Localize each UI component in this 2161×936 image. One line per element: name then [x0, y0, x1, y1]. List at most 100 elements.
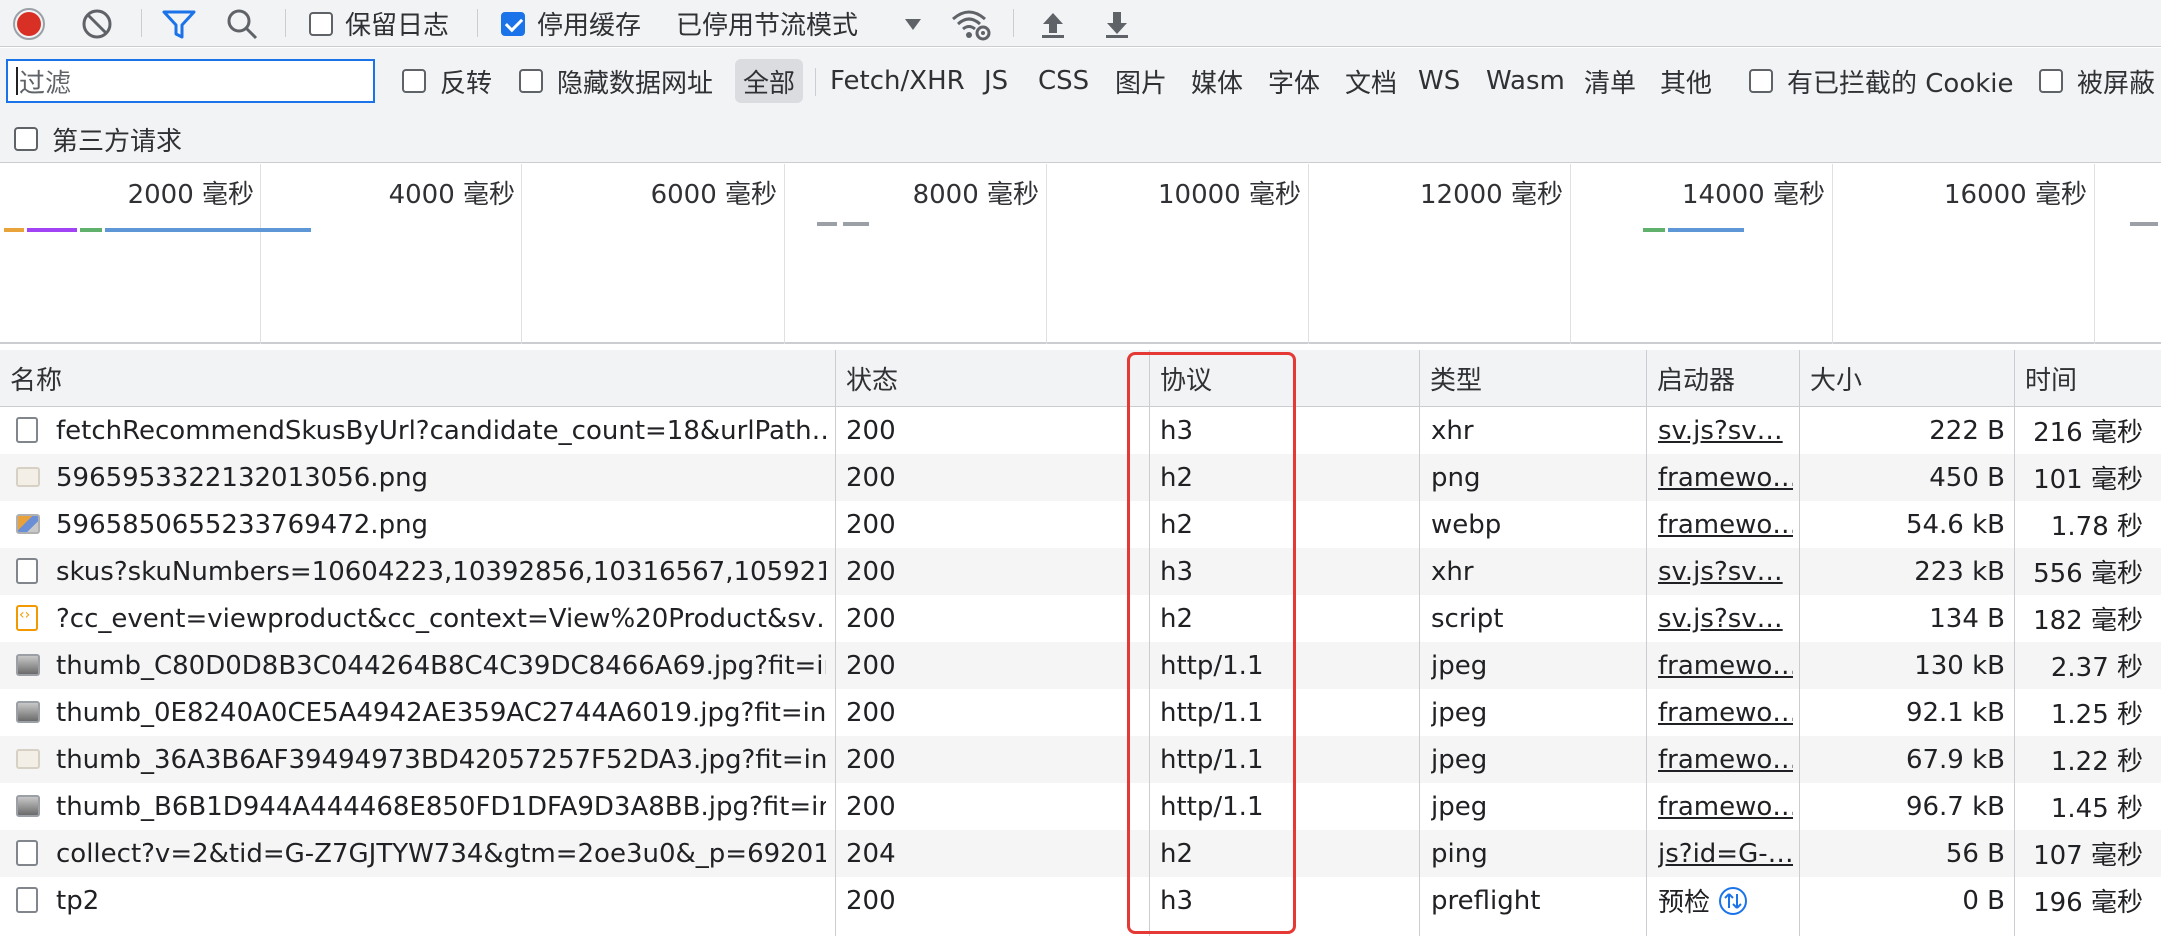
request-name[interactable]: thumb_B6B1D944A444468E850FD1DFA9D3A8BB.j… — [56, 783, 826, 830]
request-type: xhr — [1431, 556, 1474, 587]
column-divider[interactable] — [1646, 350, 1647, 936]
request-name[interactable]: tp2 — [56, 877, 826, 924]
invert-checkbox[interactable]: 反转 — [402, 59, 492, 103]
column-divider[interactable] — [1419, 350, 1420, 936]
disable-cache-box[interactable] — [501, 11, 525, 36]
request-name[interactable]: thumb_36A3B6AF39494973BD42057257F52DA3.j… — [56, 736, 826, 783]
request-size: 67.9 kB — [1905, 744, 2005, 775]
type-filter-manifest[interactable]: 清单 — [1584, 59, 1636, 103]
blocked-cookies-box[interactable] — [1749, 69, 1773, 93]
chevron-down-icon — [905, 18, 922, 30]
column-header-protocol[interactable]: 协议 — [1150, 350, 1212, 407]
request-initiator[interactable]: framewo… — [1658, 783, 1793, 830]
record-button[interactable] — [12, 0, 46, 47]
network-conditions-button[interactable] — [950, 0, 992, 47]
type-filter-font[interactable]: 字体 — [1268, 59, 1320, 103]
column-header-size[interactable]: 大小 — [1800, 350, 1862, 407]
image-icon — [16, 514, 40, 534]
request-initiator[interactable]: framewo… — [1658, 501, 1793, 548]
request-initiator[interactable]: js?id=G-… — [1658, 830, 1793, 877]
column-divider[interactable] — [1799, 350, 1800, 936]
document-icon — [16, 417, 38, 443]
preserve-log-checkbox[interactable]: 保留日志 — [309, 0, 449, 47]
type-filter-wasm[interactable]: Wasm — [1486, 59, 1565, 103]
filter-input-value: 过滤 — [19, 68, 72, 99]
table-row[interactable]: thumb_C80D0D8B3C044264B8C4C39DC8466A69.j… — [0, 642, 2161, 689]
wifi-settings-icon — [952, 10, 991, 40]
blocked-requests-box[interactable] — [2039, 69, 2063, 93]
type-filter-js[interactable]: JS — [984, 59, 1008, 103]
column-header-name[interactable]: 名称 — [0, 350, 62, 407]
column-header-time[interactable]: 时间 — [2015, 350, 2077, 407]
request-initiator[interactable]: sv.js?sv… — [1658, 548, 1793, 595]
request-status: 200 — [846, 509, 896, 540]
request-initiator[interactable]: framewo… — [1658, 736, 1793, 783]
request-initiator[interactable]: sv.js?sv… — [1658, 595, 1793, 642]
table-row[interactable]: thumb_0E8240A0CE5A4942AE359AC2744A6019.j… — [0, 689, 2161, 736]
request-initiator[interactable]: framewo… — [1658, 642, 1793, 689]
request-type: ping — [1431, 838, 1488, 869]
network-overview[interactable]: 2000 毫秒 4000 毫秒 6000 毫秒 8000 毫秒 10000 毫秒… — [0, 164, 2161, 344]
clear-button[interactable] — [80, 0, 114, 47]
preserve-log-box[interactable] — [309, 11, 333, 36]
request-size: 134 B — [1929, 603, 2005, 634]
request-name[interactable]: thumb_0E8240A0CE5A4942AE359AC2744A6019.j… — [56, 689, 826, 736]
request-initiator[interactable]: framewo… — [1658, 454, 1793, 501]
blocked-cookies-checkbox[interactable]: 有已拦截的 Cookie — [1749, 59, 2014, 103]
request-name[interactable]: 5965850655233769472.png — [56, 501, 826, 548]
table-row[interactable]: 5965953322132013056.png 200 h2 png frame… — [0, 454, 2161, 501]
throttle-label: 已停用节流模式 — [676, 11, 859, 41]
request-status: 200 — [846, 697, 896, 728]
type-filter-doc[interactable]: 文档 — [1345, 59, 1397, 103]
type-filter-fetch-xhr[interactable]: Fetch/XHR — [830, 59, 965, 103]
table-row[interactable]: fetchRecommendSkusByUrl?candidate_count=… — [0, 407, 2161, 454]
type-filter-css[interactable]: CSS — [1038, 59, 1089, 103]
import-har-button[interactable] — [1038, 0, 1068, 47]
table-row[interactable]: ?cc_event=viewproduct&cc_context=View%20… — [0, 595, 2161, 642]
column-header-status[interactable]: 状态 — [836, 350, 898, 407]
request-size: 54.6 kB — [1905, 509, 2005, 540]
request-name[interactable]: ?cc_event=viewproduct&cc_context=View%20… — [56, 595, 826, 642]
hide-data-urls-box[interactable] — [519, 69, 543, 93]
hide-data-urls-checkbox[interactable]: 隐藏数据网址 — [519, 59, 713, 103]
request-protocol: http/1.1 — [1160, 650, 1264, 681]
request-initiator[interactable]: sv.js?sv… — [1658, 407, 1793, 454]
invert-box[interactable] — [402, 69, 426, 93]
third-party-label: 第三方请求 — [52, 126, 183, 157]
request-type: jpeg — [1431, 744, 1488, 775]
table-row[interactable]: collect?v=2&tid=G-Z7GJTYW734&gtm=2oe3u0&… — [0, 830, 2161, 877]
column-header-type[interactable]: 类型 — [1420, 350, 1482, 407]
table-row[interactable]: skus?skuNumbers=10604223,10392856,103165… — [0, 548, 2161, 595]
request-name[interactable]: skus?skuNumbers=10604223,10392856,103165… — [56, 548, 826, 595]
type-filter-ws[interactable]: WS — [1418, 59, 1460, 103]
filter-toggle-button[interactable] — [161, 0, 197, 47]
timeline-tick: 10000 毫秒 — [1158, 180, 1301, 210]
export-har-button[interactable] — [1102, 0, 1132, 47]
column-divider[interactable] — [2014, 350, 2015, 936]
type-filter-all[interactable]: 全部 — [735, 59, 804, 103]
search-button[interactable] — [225, 0, 259, 47]
type-filter-other[interactable]: 其他 — [1660, 59, 1712, 103]
table-row[interactable]: thumb_36A3B6AF39494973BD42057257F52DA3.j… — [0, 736, 2161, 783]
throttle-select[interactable]: 已停用节流模式 — [676, 0, 922, 47]
request-size: 0 B — [1962, 885, 2005, 916]
disable-cache-checkbox[interactable]: 停用缓存 — [501, 0, 641, 47]
column-header-initiator[interactable]: 启动器 — [1647, 350, 1735, 407]
preflight-link-icon[interactable] — [1718, 886, 1748, 916]
type-filter-img[interactable]: 图片 — [1115, 59, 1167, 103]
request-name[interactable]: 5965953322132013056.png — [56, 454, 826, 501]
request-name[interactable]: thumb_C80D0D8B3C044264B8C4C39DC8466A69.j… — [56, 642, 826, 689]
third-party-box[interactable] — [14, 127, 38, 151]
table-row[interactable]: 5965850655233769472.png 200 h2 webp fram… — [0, 501, 2161, 548]
filter-input[interactable]: 过滤 — [6, 59, 375, 103]
request-name[interactable]: fetchRecommendSkusByUrl?candidate_count=… — [56, 407, 826, 454]
column-divider[interactable] — [835, 350, 836, 936]
column-divider[interactable] — [1149, 350, 1150, 936]
request-name[interactable]: collect?v=2&tid=G-Z7GJTYW734&gtm=2oe3u0&… — [56, 830, 826, 877]
request-initiator[interactable]: framewo… — [1658, 689, 1793, 736]
third-party-checkbox[interactable]: 第三方请求 — [14, 117, 182, 161]
table-row[interactable]: tp2 200 h3 preflight 预检 0 B 196 毫秒 — [0, 877, 2161, 924]
type-filter-media[interactable]: 媒体 — [1191, 59, 1243, 103]
blocked-requests-checkbox[interactable]: 被屏蔽 — [2039, 59, 2155, 103]
table-row[interactable]: thumb_B6B1D944A444468E850FD1DFA9D3A8BB.j… — [0, 783, 2161, 830]
